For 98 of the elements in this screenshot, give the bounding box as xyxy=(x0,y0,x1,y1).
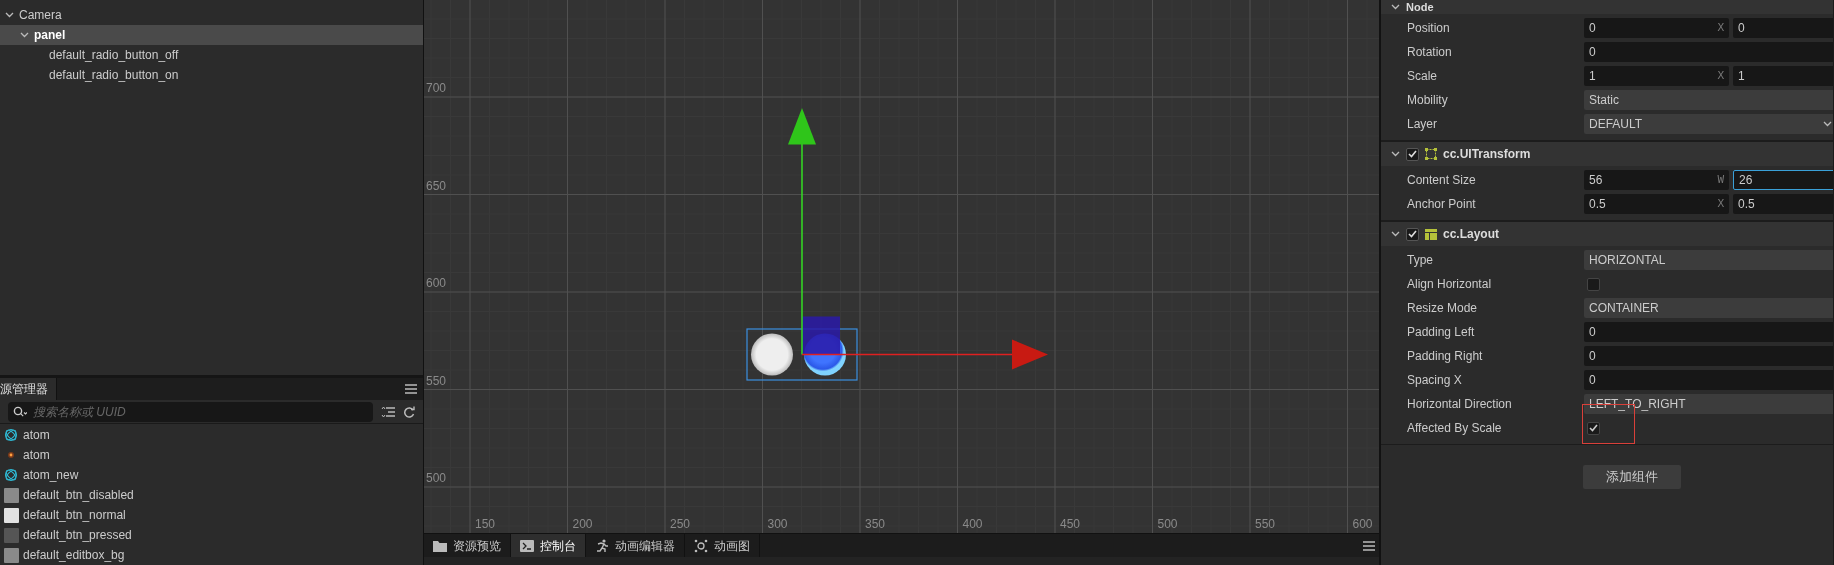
property-label: Align Horizontal xyxy=(1406,276,1493,293)
number-field[interactable]: 1 X xyxy=(1584,66,1729,86)
section-title: Node xyxy=(1406,1,1434,14)
axis-label: X xyxy=(1717,67,1724,84)
dropdown[interactable]: Static xyxy=(1584,90,1833,110)
refresh-icon[interactable] xyxy=(403,405,415,418)
axis-label: 150 xyxy=(475,517,496,531)
search-field[interactable]: 搜索名称或 UUID xyxy=(33,402,368,421)
chevron-icon[interactable] xyxy=(20,32,29,38)
chevron-icon[interactable] xyxy=(1391,151,1400,157)
tree-item[interactable]: Camera xyxy=(0,5,423,25)
property-label: Padding Right xyxy=(1406,348,1484,365)
x-axis-arrow[interactable] xyxy=(801,339,1048,370)
axis-label: W xyxy=(1717,171,1724,188)
property-label: Scale xyxy=(1406,68,1439,85)
tree-item[interactable]: default_radio_button_on xyxy=(0,65,423,85)
atom-icon xyxy=(4,468,18,482)
number-field[interactable]: 0 xyxy=(1584,370,1833,390)
axis-label: 500 xyxy=(426,471,447,485)
property-label: Spacing X xyxy=(1406,372,1463,389)
panel-tab[interactable]: 源管理器 xyxy=(0,378,57,400)
atom-icon xyxy=(4,428,18,442)
asset-item[interactable]: default_btn_pressed xyxy=(0,525,423,545)
dropdown[interactable]: LEFT_TO_RIGHT xyxy=(1584,394,1833,414)
add-component-button[interactable]: 添加组件 xyxy=(1583,465,1681,489)
axis-label: 550 xyxy=(426,373,447,388)
axis-label: 650 xyxy=(426,178,447,193)
axis-label: 400 xyxy=(962,517,983,531)
number-field[interactable]: 0.5 xyxy=(1733,194,1833,214)
section-title: cc.UITransform xyxy=(1443,146,1531,163)
frame-icon xyxy=(1425,148,1437,160)
property-label: Padding Left xyxy=(1406,324,1476,341)
axis-label: 250 xyxy=(670,517,691,531)
menu-icon[interactable] xyxy=(1363,540,1375,551)
axis-label: 300 xyxy=(767,517,788,531)
chevron-icon[interactable] xyxy=(1391,231,1400,237)
axis-label: 450 xyxy=(1060,517,1081,531)
chevron-icon[interactable] xyxy=(1391,4,1400,10)
asset-item[interactable]: default_editbox_bg xyxy=(0,545,423,565)
y-axis-arrow[interactable] xyxy=(788,108,816,356)
chevron-icon[interactable] xyxy=(5,12,14,18)
dropdown[interactable]: CONTAINER xyxy=(1584,298,1833,318)
number-field[interactable]: 0 X xyxy=(1584,18,1729,38)
axis-label: X xyxy=(1717,19,1724,36)
sort-icon[interactable] xyxy=(381,405,395,418)
checkbox[interactable] xyxy=(1587,421,1600,435)
search-icon xyxy=(13,405,27,418)
number-field[interactable]: 0.5 X xyxy=(1584,194,1729,214)
axis-label: 600 xyxy=(426,276,447,290)
radio-off-sprite[interactable] xyxy=(751,333,793,376)
folder-icon xyxy=(433,539,447,552)
number-field[interactable]: 0 xyxy=(1584,322,1833,342)
terminal-icon xyxy=(520,539,534,552)
axis-label: 700 xyxy=(426,81,447,95)
panel-tab[interactable]: 控制台 xyxy=(511,534,586,557)
caret-icon[interactable] xyxy=(1823,121,1832,127)
asset-item[interactable]: default_btn_disabled xyxy=(0,485,423,505)
number-field[interactable]: 0 xyxy=(1733,18,1833,38)
square-handle[interactable] xyxy=(802,316,840,355)
property-label: Resize Mode xyxy=(1406,300,1479,317)
dropdown[interactable]: DEFAULT xyxy=(1584,114,1833,134)
property-label: Position xyxy=(1406,20,1451,37)
property-label: Content Size xyxy=(1406,172,1477,189)
asset-item[interactable]: atom xyxy=(0,425,423,445)
axis-label: X xyxy=(1717,195,1724,212)
property-label: Mobility xyxy=(1406,92,1449,109)
selection-box[interactable] xyxy=(746,328,858,381)
axis-label: 600 xyxy=(1352,517,1373,531)
number-field[interactable]: 0 xyxy=(1584,346,1833,366)
number-field[interactable]: 26 xyxy=(1733,170,1833,190)
axis-label: 350 xyxy=(865,517,886,531)
asset-item[interactable]: default_btn_normal xyxy=(0,505,423,525)
menu-icon[interactable] xyxy=(405,384,417,394)
checkbox[interactable] xyxy=(1406,227,1419,241)
layout-icon xyxy=(1425,228,1437,240)
property-label: Layer xyxy=(1406,116,1439,133)
property-label: Horizontal Direction xyxy=(1406,396,1513,413)
dropdown[interactable]: HORIZONTAL xyxy=(1584,250,1833,270)
axis-label: 500 xyxy=(1157,517,1178,531)
axis-label: 550 xyxy=(1255,517,1276,531)
tree-item[interactable]: panel xyxy=(0,25,423,45)
property-label: Affected By Scale xyxy=(1406,420,1503,437)
property-label: Type xyxy=(1406,252,1434,269)
property-label: Rotation xyxy=(1406,44,1453,61)
asset-item[interactable]: atom xyxy=(0,445,423,465)
number-field[interactable]: 0 xyxy=(1584,42,1833,62)
section-title: cc.Layout xyxy=(1443,226,1499,243)
axis-label: 200 xyxy=(572,517,593,531)
search-bar[interactable]: 搜索名称或 UUID xyxy=(8,401,373,422)
number-field[interactable]: 1 xyxy=(1733,66,1833,86)
property-label: Anchor Point xyxy=(1406,196,1477,213)
checkbox[interactable] xyxy=(1587,277,1600,291)
tree-item[interactable]: default_radio_button_off xyxy=(0,45,423,65)
graph-icon xyxy=(694,538,708,553)
number-field[interactable]: 56 W xyxy=(1584,170,1729,190)
asset-item[interactable]: atom_new xyxy=(0,465,423,485)
checkbox[interactable] xyxy=(1406,147,1419,161)
running-figure-icon xyxy=(595,538,609,553)
